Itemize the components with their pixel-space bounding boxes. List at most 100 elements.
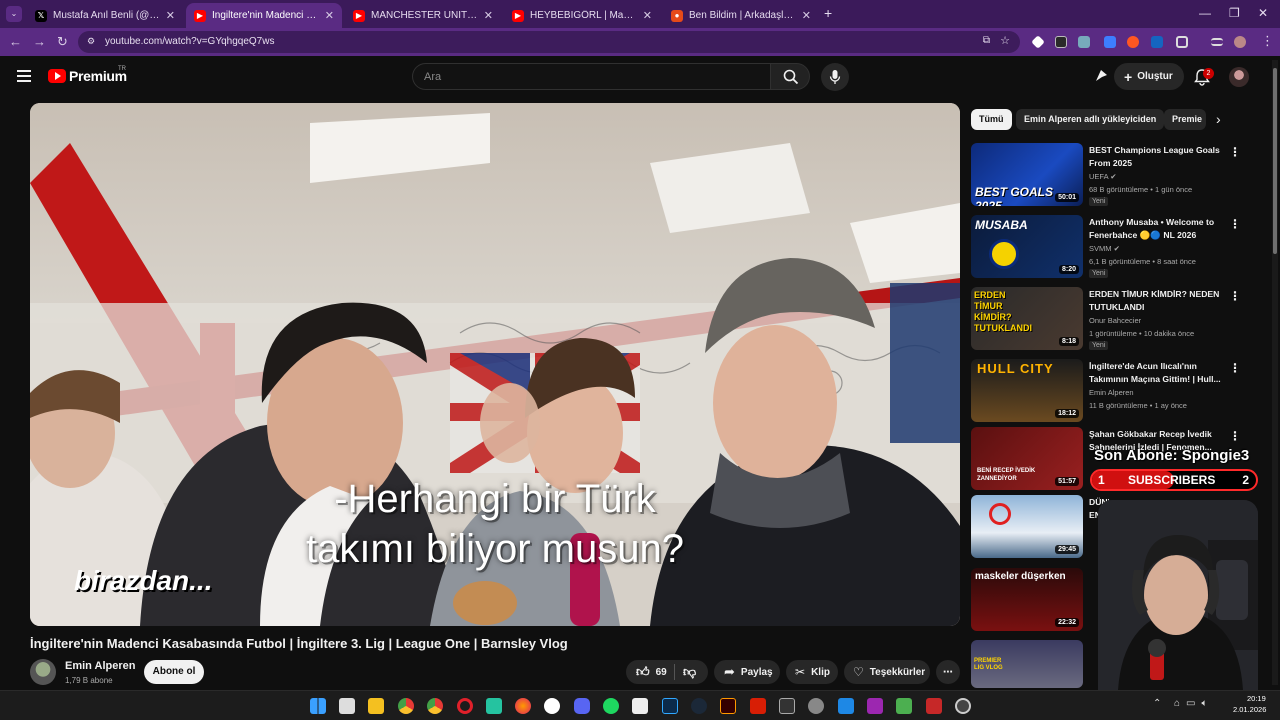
recommended-video[interactable]: MUSABA 8:20 Anthony Musaba • Welcome to … bbox=[971, 215, 1251, 279]
taskbar-app-icon[interactable] bbox=[867, 698, 883, 714]
browser-tab[interactable]: ▶ MANCHESTER UNITED NEDEN ✕ bbox=[345, 3, 501, 28]
extension-icon[interactable] bbox=[1104, 36, 1116, 48]
taskbar-app-icon[interactable] bbox=[896, 698, 912, 714]
recommended-video[interactable]: ERDEN TİMUR KİMDİR? TUTUKLANDI 8:18 ERDE… bbox=[971, 287, 1251, 351]
profile-avatar-icon[interactable] bbox=[1234, 36, 1246, 48]
extension-icon[interactable] bbox=[1031, 35, 1045, 49]
acrobat-icon[interactable] bbox=[750, 698, 766, 714]
video-thumbnail[interactable]: BEST GOALS 2025 50:01 bbox=[971, 143, 1083, 206]
more-options-icon[interactable]: ⋮ bbox=[1229, 217, 1241, 231]
settings-icon[interactable] bbox=[808, 698, 824, 714]
video-thumbnail[interactable]: MUSABA 8:20 bbox=[971, 215, 1083, 278]
more-options-icon[interactable]: ⋮ bbox=[1229, 145, 1241, 159]
like-button[interactable]: 👍︎ 69 bbox=[626, 664, 674, 680]
back-icon[interactable]: ← bbox=[9, 34, 22, 49]
browser-tab[interactable]: 𝕏 Mustafa Anıl Benli (@fmbagimli ✕ bbox=[27, 3, 183, 28]
clock-time[interactable]: 20:19 bbox=[1247, 694, 1266, 703]
share-button[interactable]: ➦ Paylaş bbox=[714, 660, 780, 684]
browser-tab-active[interactable]: ▶ İngiltere'nin Madenci Kasabası ✕ bbox=[186, 3, 342, 28]
dislike-button[interactable]: 👎︎ bbox=[675, 664, 696, 680]
chips-next-icon[interactable]: › bbox=[1216, 111, 1221, 127]
extension-icon[interactable] bbox=[1055, 36, 1067, 48]
chrome-icon[interactable] bbox=[427, 698, 443, 714]
reload-icon[interactable]: ↻ bbox=[57, 34, 68, 50]
discord-icon[interactable] bbox=[574, 698, 590, 714]
thanks-button[interactable]: ♡ Teşekkürler bbox=[844, 660, 930, 684]
extension-icon[interactable] bbox=[1078, 36, 1090, 48]
youtube-icon: ▶ bbox=[194, 9, 206, 22]
chrome-icon[interactable] bbox=[398, 698, 414, 714]
close-tab-icon[interactable]: ✕ bbox=[484, 9, 493, 22]
channel-name[interactable]: Emin Alperen bbox=[65, 660, 136, 672]
scrollbar-thumb[interactable] bbox=[1273, 68, 1277, 254]
browser-menu-icon[interactable]: ⋮ bbox=[1261, 33, 1274, 49]
forward-icon[interactable]: → bbox=[33, 34, 46, 49]
video-player[interactable]: -Herhangi bir Türk takımı biliyor musun?… bbox=[30, 103, 960, 626]
address-bar[interactable]: ⚙ youtube.com/watch?v=GYqhgqeQ7ws ⧉ ☆ bbox=[78, 31, 1020, 53]
create-button[interactable]: + Oluştur bbox=[1114, 63, 1184, 90]
account-avatar[interactable] bbox=[1229, 67, 1249, 87]
close-window-icon[interactable]: ✕ bbox=[1258, 6, 1268, 20]
close-tab-icon[interactable]: ✕ bbox=[166, 9, 175, 22]
firefox-icon[interactable] bbox=[515, 698, 531, 714]
restore-icon[interactable]: ❐ bbox=[1229, 6, 1240, 20]
site-info-icon[interactable]: ⚙ bbox=[87, 36, 95, 47]
tray-icons[interactable]: ⌂▭🔈︎ bbox=[1174, 698, 1214, 709]
search-input[interactable]: Ara bbox=[412, 63, 770, 90]
extension-icon[interactable] bbox=[1127, 36, 1139, 48]
tab-search-icon[interactable]: ⌄ bbox=[6, 6, 22, 22]
media-controls-icon[interactable] bbox=[1211, 38, 1223, 46]
close-tab-icon[interactable]: ✕ bbox=[802, 9, 811, 22]
taskbar-app-icon[interactable] bbox=[486, 698, 502, 714]
video-thumbnail[interactable]: 29:45 bbox=[971, 495, 1083, 558]
spotify-icon[interactable] bbox=[603, 698, 619, 714]
hamburger-menu-icon[interactable] bbox=[17, 70, 31, 82]
voice-search-button[interactable] bbox=[821, 63, 849, 91]
browser-tab[interactable]: ▶ HEYBEBİGÖRL | Madara Olduk ✕ bbox=[504, 3, 660, 28]
taskbar-app-icon[interactable] bbox=[779, 698, 795, 714]
close-tab-icon[interactable]: ✕ bbox=[643, 9, 652, 22]
taskbar-app-icon[interactable] bbox=[632, 698, 648, 714]
video-thumbnail[interactable]: maskeler düşerken 22:32 bbox=[971, 568, 1083, 631]
youtube-logo-icon[interactable] bbox=[48, 69, 66, 83]
chip-premium[interactable]: Premie bbox=[1164, 109, 1206, 130]
chip-from-uploader[interactable]: Emin Alperen adlı yükleyiciden bbox=[1016, 109, 1165, 130]
taskbar-app-icon[interactable] bbox=[339, 698, 355, 714]
bookmark-star-icon[interactable]: ☆ bbox=[1000, 34, 1010, 47]
video-thumbnail[interactable]: HULL CITY 18:12 bbox=[971, 359, 1083, 422]
subscribe-button[interactable]: Abone ol bbox=[144, 660, 204, 684]
new-tab-button[interactable]: + bbox=[824, 5, 832, 21]
extensions-puzzle-icon[interactable] bbox=[1176, 36, 1188, 48]
taskbar-app-icon[interactable] bbox=[838, 698, 854, 714]
video-thumbnail[interactable]: ERDEN TİMUR KİMDİR? TUTUKLANDI 8:18 bbox=[971, 287, 1083, 350]
clock-date[interactable]: 2.01.2026 bbox=[1233, 705, 1266, 714]
more-actions-button[interactable]: ⋯ bbox=[936, 660, 960, 684]
chip-all[interactable]: Tümü bbox=[971, 109, 1012, 130]
more-options-icon[interactable]: ⋮ bbox=[1229, 361, 1241, 375]
extension-icon[interactable] bbox=[1151, 36, 1163, 48]
photoshop-icon[interactable] bbox=[662, 698, 678, 714]
premium-icon[interactable] bbox=[1094, 68, 1109, 83]
search-button[interactable] bbox=[770, 63, 810, 90]
close-tab-icon[interactable]: ✕ bbox=[325, 9, 334, 22]
more-options-icon[interactable]: ⋮ bbox=[1229, 429, 1241, 443]
install-app-icon[interactable]: ⧉ bbox=[983, 35, 990, 46]
taskbar-app-icon[interactable] bbox=[926, 698, 942, 714]
recommended-video[interactable]: HULL CITY 18:12 İngiltere'de Acun Ilıcal… bbox=[971, 359, 1251, 423]
clip-button[interactable]: ✂ Klip bbox=[786, 660, 838, 684]
file-explorer-icon[interactable] bbox=[368, 698, 384, 714]
tray-overflow-icon[interactable]: ⌃ bbox=[1153, 698, 1161, 709]
taskbar-app-icon[interactable] bbox=[544, 698, 560, 714]
opera-icon[interactable] bbox=[457, 698, 473, 714]
channel-avatar[interactable] bbox=[30, 659, 56, 685]
windows-start-icon[interactable] bbox=[310, 698, 326, 714]
recommended-video[interactable]: BEST GOALS 2025 50:01 BEST Champions Lea… bbox=[971, 143, 1251, 207]
illustrator-icon[interactable] bbox=[720, 698, 736, 714]
browser-tab[interactable]: ● Ben Bildim | Arkadaşlarınla Onl ✕ bbox=[663, 3, 819, 28]
video-thumbnail[interactable]: BENİ RECEP İVEDİK ZANNEDİYOR 51:57 bbox=[971, 427, 1083, 490]
minimize-icon[interactable]: — bbox=[1199, 6, 1211, 20]
more-options-icon[interactable]: ⋮ bbox=[1229, 289, 1241, 303]
obs-icon[interactable] bbox=[955, 698, 971, 714]
video-thumbnail[interactable]: PREMIER LIG VLOG bbox=[971, 640, 1083, 688]
steam-icon[interactable] bbox=[691, 698, 707, 714]
